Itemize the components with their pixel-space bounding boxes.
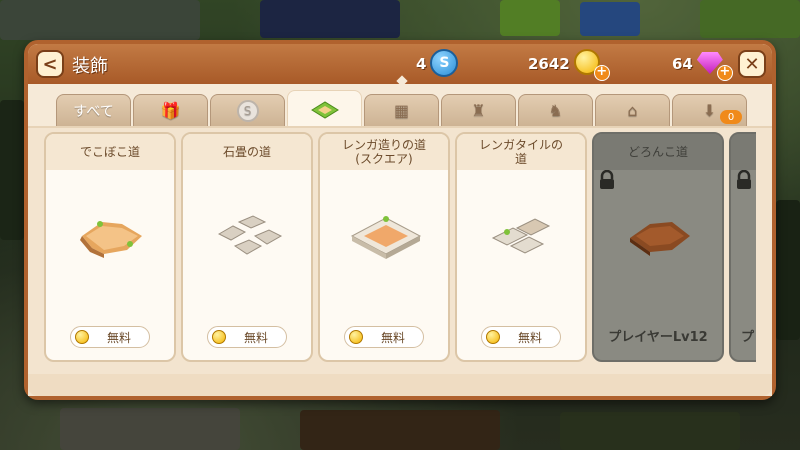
item-card-bumpy-road[interactable]: でこぼこ道 無料 [44, 132, 176, 362]
item-list-panel: でこぼこ道 無料 石畳の道 無料 レンガ造りの道 (スクエア) 無料 レンガタイ… [28, 126, 772, 396]
tab-fountain[interactable]: ♞ [518, 94, 593, 126]
decoration-shop-modal: < 装飾 4 S 2642 + 64 + ✕ すべて 🎁 S ▦ ♜ ♞ ⌂ ⬇… [24, 40, 776, 400]
gold-coin-icon: + [573, 49, 610, 81]
brick-square-road-icon [350, 216, 422, 259]
item-name: どろんこ道 [594, 134, 722, 170]
storage-count-badge: 0 [720, 110, 742, 124]
price-label: 無料 [380, 330, 405, 345]
premium-coin-icon: S [430, 49, 460, 79]
gold-coin-icon [75, 330, 89, 344]
page-title: 装飾 [72, 56, 108, 77]
item-name: 石畳の道 [183, 134, 311, 170]
silver-coin-icon: S [236, 99, 259, 122]
premium-coin-value: 4 [416, 55, 427, 73]
tab-gazebo[interactable]: ⌂ [595, 94, 670, 126]
gazebo-icon: ⌂ [627, 101, 638, 120]
tab-statue[interactable]: ♜ [441, 94, 516, 126]
add-gem-plus-icon[interactable]: + [716, 65, 733, 81]
item-name: レンガタイルの 道 [457, 134, 585, 170]
category-tabs: すべて 🎁 S ▦ ♜ ♞ ⌂ ⬇ 0 [56, 90, 747, 126]
item-name: レンガ造りの道 (スクエア) [320, 134, 448, 170]
add-gold-plus-icon[interactable]: + [593, 65, 610, 81]
bumpy-road-icon [80, 221, 142, 258]
price-tag: 無料 [207, 326, 287, 348]
statue-icon: ♜ [471, 101, 486, 120]
close-button[interactable]: ✕ [738, 50, 766, 78]
cobblestone-road-icon [217, 215, 283, 255]
tab-gift[interactable]: 🎁 [133, 94, 208, 126]
gold-coin-icon [486, 330, 500, 344]
item-name: でこぼこ道 [46, 134, 174, 170]
item-card-cobblestone-road[interactable]: 石畳の道 無料 [181, 132, 313, 362]
storage-download-icon: ⬇ [702, 101, 717, 120]
fountain-statue-icon: ♞ [548, 101, 563, 120]
item-card-mud-road-locked[interactable]: どろんこ道 プレイヤーLv12 [592, 132, 724, 362]
gold-coin-icon [212, 330, 226, 344]
premium-coin-counter: 4 S [416, 48, 460, 80]
item-card-brick-square-road[interactable]: レンガ造りの道 (スクエア) 無料 [318, 132, 450, 362]
gold-counter[interactable]: 2642 + [528, 48, 610, 81]
price-label: 無料 [517, 330, 542, 345]
gift-hourglass-icon: 🎁 [160, 101, 181, 120]
panel-footer [28, 374, 772, 396]
tab-fence[interactable]: ▦ [364, 94, 439, 126]
back-button[interactable]: < [36, 50, 64, 78]
item-card-locked-partial[interactable]: プ [729, 132, 756, 362]
price-tag: 無料 [481, 326, 561, 348]
level-requirement: プレイヤーLv12 [608, 330, 708, 345]
brick-tile-road-icon [491, 218, 551, 254]
price-label: 無料 [243, 330, 268, 345]
price-label: 無料 [106, 330, 131, 345]
tab-all[interactable]: すべて [56, 94, 131, 126]
lock-icon [600, 170, 614, 189]
fence-icon: ▦ [393, 101, 410, 120]
gold-coin-icon [349, 330, 363, 344]
tab-storage[interactable]: ⬇ 0 [672, 94, 747, 126]
gem-counter[interactable]: 64 + [672, 48, 733, 81]
item-name [731, 134, 756, 170]
tab-coin[interactable]: S [210, 94, 285, 126]
gold-value: 2642 [528, 55, 570, 73]
tab-roads[interactable] [287, 90, 362, 126]
road-tile-icon [310, 100, 339, 119]
item-cards-scroller[interactable]: でこぼこ道 無料 石畳の道 無料 レンガ造りの道 (スクエア) 無料 レンガタイ… [44, 132, 756, 370]
level-requirement: プ [741, 330, 755, 345]
price-tag: 無料 [344, 326, 424, 348]
item-card-brick-tile-road[interactable]: レンガタイルの 道 無料 [455, 132, 587, 362]
gem-icon: + [696, 49, 733, 81]
gem-value: 64 [672, 55, 693, 73]
mud-road-icon [630, 222, 690, 256]
price-tag: 無料 [70, 326, 150, 348]
lock-icon [737, 170, 751, 189]
